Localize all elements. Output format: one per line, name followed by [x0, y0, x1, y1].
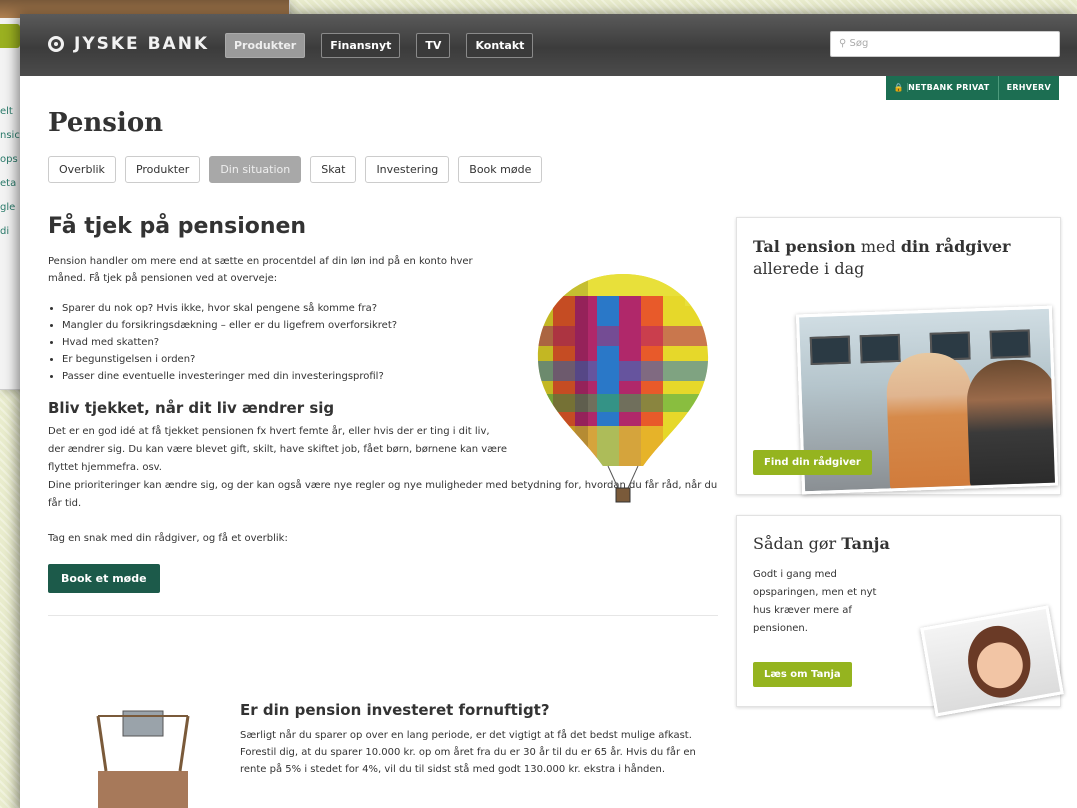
monitor-shape — [859, 333, 901, 364]
person-shape — [885, 351, 976, 495]
tanja-card-title: Sådan gør Tanja — [753, 534, 890, 553]
advisor-card: Tal pension med din rådgiver allerede i … — [736, 217, 1061, 495]
card-title-bold: din rådgiver — [900, 237, 1011, 256]
netbank-privat-label: NETBANK PRIVAT — [907, 83, 990, 92]
tab-din-situation[interactable]: Din situation — [209, 156, 302, 183]
background-badge — [0, 24, 20, 48]
browser-page: JYSKE BANK Produkter Finansnyt TV Kontak… — [20, 14, 1077, 808]
book-meeting-button[interactable]: Book et møde — [48, 564, 160, 593]
background-side-fragments: elt nsic ops eta gle di — [0, 100, 20, 244]
monitor-shape — [809, 335, 851, 366]
balloon-basket-image — [96, 710, 190, 808]
bg-fragment: ops — [0, 154, 18, 165]
tab-investering[interactable]: Investering — [365, 156, 450, 183]
search-input[interactable]: ⚲ Søg — [830, 31, 1060, 57]
search-icon: ⚲ — [839, 38, 847, 49]
logo-circle-icon — [48, 36, 64, 52]
teaser-body: Særligt når du sparer op over en lang pe… — [240, 730, 696, 775]
hot-air-balloon-image — [537, 274, 709, 503]
nav-finansnyt[interactable]: Finansnyt — [321, 33, 401, 58]
site-header: JYSKE BANK Produkter Finansnyt TV Kontak… — [20, 14, 1077, 76]
person-shape — [965, 358, 1059, 492]
find-advisor-button[interactable]: Find din rådgiver — [753, 450, 872, 475]
tab-book-mode[interactable]: Book møde — [458, 156, 543, 183]
tab-overblik[interactable]: Overblik — [48, 156, 116, 183]
sub-navigation: Overblik Produkter Din situation Skat In… — [48, 156, 543, 183]
main-nav: Produkter Finansnyt TV Kontakt — [225, 33, 534, 58]
logo-text: JYSKE BANK — [74, 34, 210, 54]
page-title: Pension — [48, 108, 164, 138]
tab-produkter[interactable]: Produkter — [124, 156, 201, 183]
tanja-card-text: Godt i gang med opsparingen, men et nyt … — [753, 569, 877, 634]
nav-tv[interactable]: TV — [416, 33, 451, 58]
bg-fragment: eta — [0, 178, 17, 189]
section-heading: Få tjek på pensionen — [48, 214, 307, 239]
bg-fragment: elt — [0, 106, 13, 117]
card-title-bold: Tanja — [841, 534, 890, 553]
card-title-light: med — [855, 237, 901, 256]
bg-fragment: nsic — [0, 130, 20, 141]
divider — [48, 615, 718, 616]
sidebar: Tal pension med din rådgiver allerede i … — [736, 217, 1064, 717]
netbank-privat-button[interactable]: 🔒 NETBANK PRIVAT — [885, 76, 998, 100]
teaser-heading[interactable]: Er din pension investeret fornuftigt? — [240, 701, 718, 719]
netbank-links: 🔒 NETBANK PRIVAT ERHVERV — [885, 76, 1059, 100]
erhverv-button[interactable]: ERHVERV — [997, 76, 1059, 100]
monitor-shape — [989, 329, 1031, 359]
body-text-1: Det er en god idé at få tjekket pensione… — [48, 426, 508, 473]
intro-text: Pension handler om mere end at sætte en … — [48, 256, 473, 284]
tanja-photo — [920, 605, 1064, 717]
nav-produkter[interactable]: Produkter — [225, 33, 306, 58]
tanja-card: Sådan gør Tanja Godt i gang med opsparin… — [736, 515, 1064, 717]
read-tanja-button[interactable]: Læs om Tanja — [753, 662, 852, 687]
cta-text: Tag en snak med din rådgiver, og få et o… — [48, 533, 288, 544]
card-title-line2: allerede i dag — [753, 259, 865, 278]
advisor-card-title: Tal pension med din rådgiver allerede i … — [753, 236, 1010, 280]
bg-fragment: di — [0, 226, 10, 237]
bg-fragment: gle — [0, 202, 16, 213]
tab-skat[interactable]: Skat — [310, 156, 357, 183]
lock-icon: 🔒 — [893, 83, 904, 92]
jyske-bank-logo[interactable]: JYSKE BANK — [48, 34, 209, 54]
face-shape — [962, 620, 1037, 703]
card-title-light: Sådan gør — [753, 534, 842, 553]
teaser-text: Er din pension investeret fornuftigt? Sæ… — [240, 701, 718, 778]
card-title-bold: Tal pension — [753, 237, 856, 256]
nav-kontakt[interactable]: Kontakt — [466, 33, 534, 58]
search-placeholder: Søg — [849, 38, 869, 49]
